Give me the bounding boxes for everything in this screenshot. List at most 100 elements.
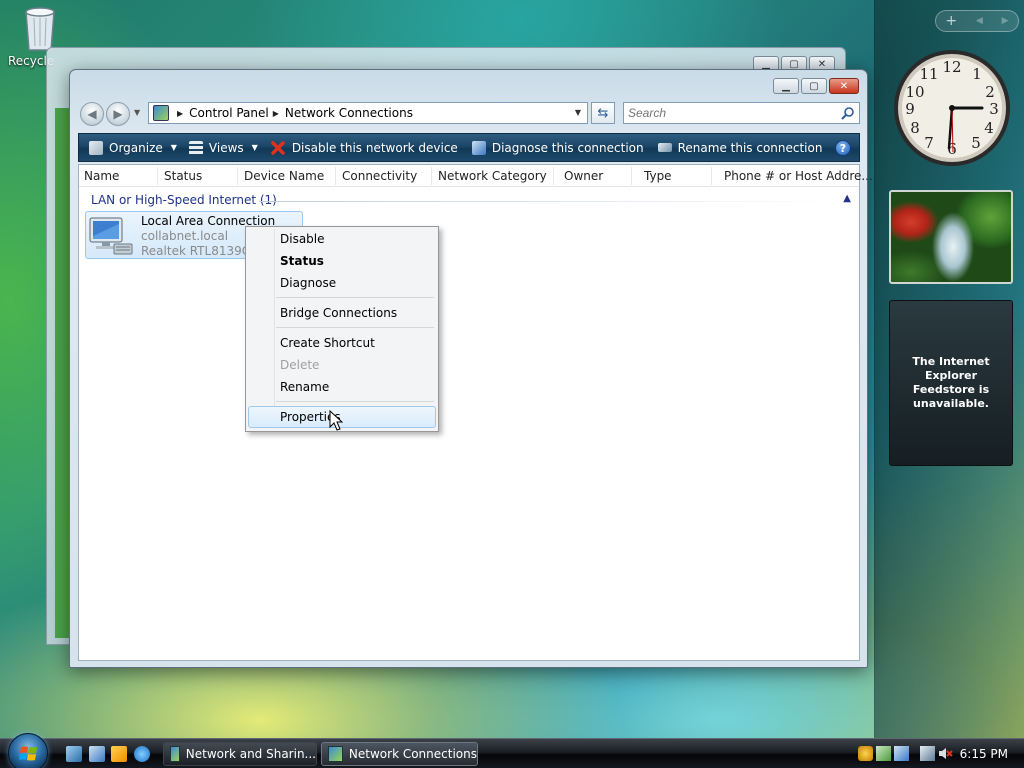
svg-text:8: 8 [910, 119, 920, 137]
address-bar[interactable]: ▶ Control Panel ▶ Network Connections ▼ [148, 102, 588, 124]
search-icon[interactable] [841, 106, 855, 120]
svg-text:5: 5 [971, 134, 981, 152]
switch-windows-icon[interactable] [89, 746, 105, 762]
column-header-device-name[interactable]: Device Name [239, 169, 324, 183]
organize-button[interactable]: Organize ▼ [89, 140, 177, 155]
breadcrumb-separator-icon[interactable]: ▶ [273, 109, 279, 118]
next-gadgets-button[interactable]: ▶ [1002, 16, 1009, 26]
column-header-network-category[interactable]: Network Category [433, 169, 547, 183]
column-divider[interactable] [631, 167, 632, 185]
start-button[interactable] [8, 733, 48, 768]
recent-pages-dropdown[interactable]: ▼ [134, 108, 140, 117]
maximize-button[interactable]: ▢ [801, 78, 827, 94]
column-header-status[interactable]: Status [159, 169, 202, 183]
gadget-controls: + ◀ ▶ [935, 10, 1019, 32]
feed-headlines-gadget[interactable]: The Internet Explorer Feedstore is unava… [889, 300, 1013, 466]
file-list[interactable]: Name Status Device Name Connectivity Net… [78, 164, 873, 661]
column-divider[interactable] [431, 167, 432, 185]
column-divider[interactable] [335, 167, 336, 185]
views-button[interactable]: Views ▼ [188, 140, 258, 155]
updates-icon[interactable] [894, 746, 909, 761]
column-header-owner[interactable]: Owner [559, 169, 603, 183]
column-header-type[interactable]: Type [639, 169, 672, 183]
network-computer-icon [89, 217, 133, 255]
network-connections-icon [328, 746, 343, 762]
column-header-phone-host[interactable]: Phone # or Host Addre... [719, 169, 873, 183]
forward-button[interactable]: ▶ [106, 102, 130, 126]
context-menu: Disable Status Diagnose Bridge Connectio… [245, 226, 439, 432]
disable-device-label: Disable this network device [291, 140, 458, 155]
menu-separator [276, 297, 434, 298]
internet-explorer-icon[interactable] [134, 746, 150, 762]
diagnose-button[interactable]: Diagnose this connection [471, 140, 644, 155]
column-header-connectivity[interactable]: Connectivity [337, 169, 417, 183]
clock[interactable]: 6:15 PM [960, 747, 1008, 761]
system-tray: 6:15 PM [852, 739, 1024, 768]
column-divider[interactable] [553, 167, 554, 185]
show-desktop-icon[interactable] [66, 746, 82, 762]
clock-gadget[interactable]: 12 1 2 3 4 5 6 7 8 9 10 11 [891, 44, 1013, 174]
svg-text:11: 11 [919, 65, 938, 83]
diagnose-icon [471, 140, 486, 155]
taskbar: Network and Sharin... Network Connection… [0, 733, 1024, 768]
menu-item-create-shortcut[interactable]: Create Shortcut [248, 332, 436, 354]
menu-item-diagnose[interactable]: Diagnose [248, 272, 436, 294]
column-divider[interactable] [711, 167, 712, 185]
breadcrumb-network-connections[interactable]: Network Connections [285, 106, 413, 120]
rename-button[interactable]: Rename this connection [657, 140, 823, 155]
command-toolbar: Organize ▼ Views ▼ Disable this network … [78, 133, 860, 162]
disable-device-button[interactable]: Disable this network device [270, 140, 458, 156]
svg-text:2: 2 [985, 83, 995, 101]
media-player-icon[interactable] [111, 746, 127, 762]
breadcrumb-control-panel[interactable]: Control Panel [189, 106, 269, 120]
red-x-icon [271, 140, 285, 155]
menu-item-rename[interactable]: Rename [248, 376, 436, 398]
group-header[interactable]: LAN or High-Speed Internet (1) [91, 193, 277, 207]
taskbar-button-network-and-sharing[interactable]: Network and Sharin... [163, 742, 317, 766]
organize-icon [89, 140, 103, 155]
chevron-down-icon: ▼ [170, 143, 177, 152]
mouse-pointer-icon [329, 410, 343, 431]
column-headers: Name Status Device Name Connectivity Net… [79, 165, 873, 187]
menu-item-status[interactable]: Status [248, 250, 436, 272]
chevron-up-icon[interactable]: ▲ [843, 193, 851, 204]
minimize-button[interactable]: ▁ [773, 78, 799, 94]
volume-muted-icon[interactable] [938, 746, 953, 761]
task-label: Network Connections [348, 747, 477, 761]
back-button[interactable]: ◀ [80, 102, 104, 126]
column-divider[interactable] [157, 167, 158, 185]
svg-text:12: 12 [942, 58, 961, 76]
network-status-icon[interactable] [920, 746, 935, 761]
chevron-down-icon: ▼ [251, 143, 258, 152]
help-icon[interactable]: ? [835, 140, 851, 156]
window-caption-buttons: ▁ ▢ ✕ [773, 78, 859, 94]
svg-text:10: 10 [905, 83, 924, 101]
svg-text:1: 1 [972, 65, 982, 83]
recycle-bin-icon [25, 7, 55, 51]
slideshow-gadget[interactable] [889, 190, 1013, 284]
address-dropdown-icon[interactable]: ▼ [575, 108, 581, 117]
column-header-name[interactable]: Name [79, 169, 119, 183]
breadcrumb-separator-icon[interactable]: ▶ [177, 109, 183, 118]
accessibility-icon[interactable] [876, 746, 891, 761]
security-shield-icon[interactable] [858, 746, 873, 761]
task-label: Network and Sharin... [185, 747, 316, 761]
search-input[interactable] [628, 104, 838, 122]
search-box[interactable] [623, 102, 860, 124]
column-divider[interactable] [237, 167, 238, 185]
previous-gadgets-button[interactable]: ◀ [976, 16, 983, 26]
menu-separator [276, 401, 434, 402]
network-sharing-icon [170, 746, 180, 762]
refresh-button[interactable]: ⇆ [591, 102, 615, 124]
connection-network: collabnet.local [141, 229, 229, 243]
menu-item-bridge-connections[interactable]: Bridge Connections [248, 302, 436, 324]
views-label: Views [208, 140, 244, 155]
add-gadget-button[interactable]: + [945, 13, 957, 29]
organize-label: Organize [109, 140, 163, 155]
back-arrow-icon: ◀ [87, 107, 97, 121]
menu-item-disable[interactable]: Disable [248, 228, 436, 250]
rename-label: Rename this connection [677, 140, 823, 155]
taskbar-button-network-connections[interactable]: Network Connections [321, 742, 478, 766]
network-connections-window[interactable]: ▁ ▢ ✕ ◀ ▶ ▼ ▶ Control Panel ▶ Network Co… [69, 69, 873, 668]
close-button[interactable]: ✕ [829, 78, 859, 94]
